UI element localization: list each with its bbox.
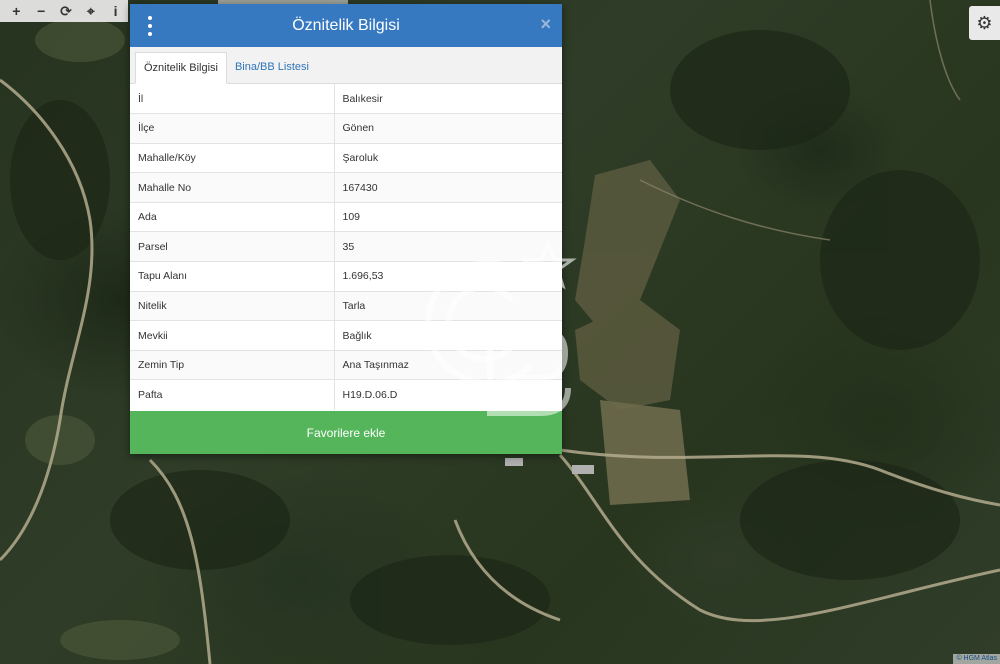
add-to-favorites-button[interactable]: Favorilere ekle xyxy=(130,411,562,454)
table-row: İlçe Gönen xyxy=(130,113,562,144)
info-button[interactable]: i xyxy=(103,0,128,22)
row-value: Tarla xyxy=(334,290,562,321)
row-value: Gönen xyxy=(334,113,562,144)
locate-button[interactable]: ⌖ xyxy=(78,0,103,22)
row-value: Şaroluk xyxy=(334,142,562,173)
table-row: Mahalle No 167430 xyxy=(130,172,562,203)
row-key: Zemin Tip xyxy=(130,349,335,380)
zoom-out-button[interactable]: − xyxy=(29,0,54,22)
row-value: H19.D.06.D xyxy=(334,379,562,410)
row-value: 1.696,53 xyxy=(334,261,562,292)
row-key: Mahalle/Köy xyxy=(130,142,335,173)
row-key: İl xyxy=(130,84,335,114)
row-value: Balıkesir xyxy=(342,92,383,105)
row-value: 109 xyxy=(334,201,562,232)
attribute-info-panel: Öznitelik Bilgisi × Öznitelik Bilgisi Bi… xyxy=(130,4,562,454)
refresh-button[interactable]: ⟳ xyxy=(54,0,79,22)
row-key: İlçe xyxy=(130,113,335,144)
row-key: Mevkii xyxy=(130,320,335,351)
table-row: Ada 109 xyxy=(130,201,562,232)
table-row: Parsel 35 xyxy=(130,231,562,262)
row-value: 167430 xyxy=(334,172,562,203)
table-row: Nitelik Tarla xyxy=(130,290,562,321)
row-key: Mahalle No xyxy=(130,172,335,203)
row-key: Ada xyxy=(130,201,335,232)
gear-icon: ⚙ xyxy=(976,12,993,33)
zoom-in-button[interactable]: + xyxy=(4,0,29,22)
row-value: Bağlık xyxy=(334,320,562,351)
table-row: Tapu Alanı 1.696,53 xyxy=(130,261,562,292)
table-row: İl Balıkesir xyxy=(130,84,562,114)
tab-attribute-info[interactable]: Öznitelik Bilgisi xyxy=(135,52,227,84)
close-icon[interactable]: × xyxy=(540,14,551,35)
row-value: Ana Taşınmaz xyxy=(334,349,562,380)
tab-building-list[interactable]: Bina/BB Listesi xyxy=(227,51,317,83)
row-key: Tapu Alanı xyxy=(130,261,335,292)
table-row: Zemin Tip Ana Taşınmaz xyxy=(130,349,562,380)
row-value: 35 xyxy=(334,231,562,262)
row-key: Pafta xyxy=(130,379,335,410)
row-key: Nitelik xyxy=(130,290,335,321)
table-row: Mahalle/Köy Şaroluk xyxy=(130,142,562,173)
panel-title: Öznitelik Bilgisi xyxy=(292,16,400,34)
panel-tabs: Öznitelik Bilgisi Bina/BB Listesi xyxy=(130,47,562,84)
kebab-menu-icon[interactable] xyxy=(146,16,154,36)
panel-header: Öznitelik Bilgisi × xyxy=(130,4,562,47)
map-attribution: © HGM Atlas xyxy=(953,654,1000,664)
settings-button[interactable]: ⚙ xyxy=(969,6,1000,40)
attribute-table: İl Balıkesir İlçe Gönen Mahalle/Köy Şaro… xyxy=(130,84,562,410)
row-key: Parsel xyxy=(130,231,335,262)
table-row: Pafta H19.D.06.D xyxy=(130,379,562,410)
table-row: Mevkii Bağlık xyxy=(130,320,562,351)
map-toolbar: + − ⟳ ⌖ i xyxy=(0,0,128,22)
